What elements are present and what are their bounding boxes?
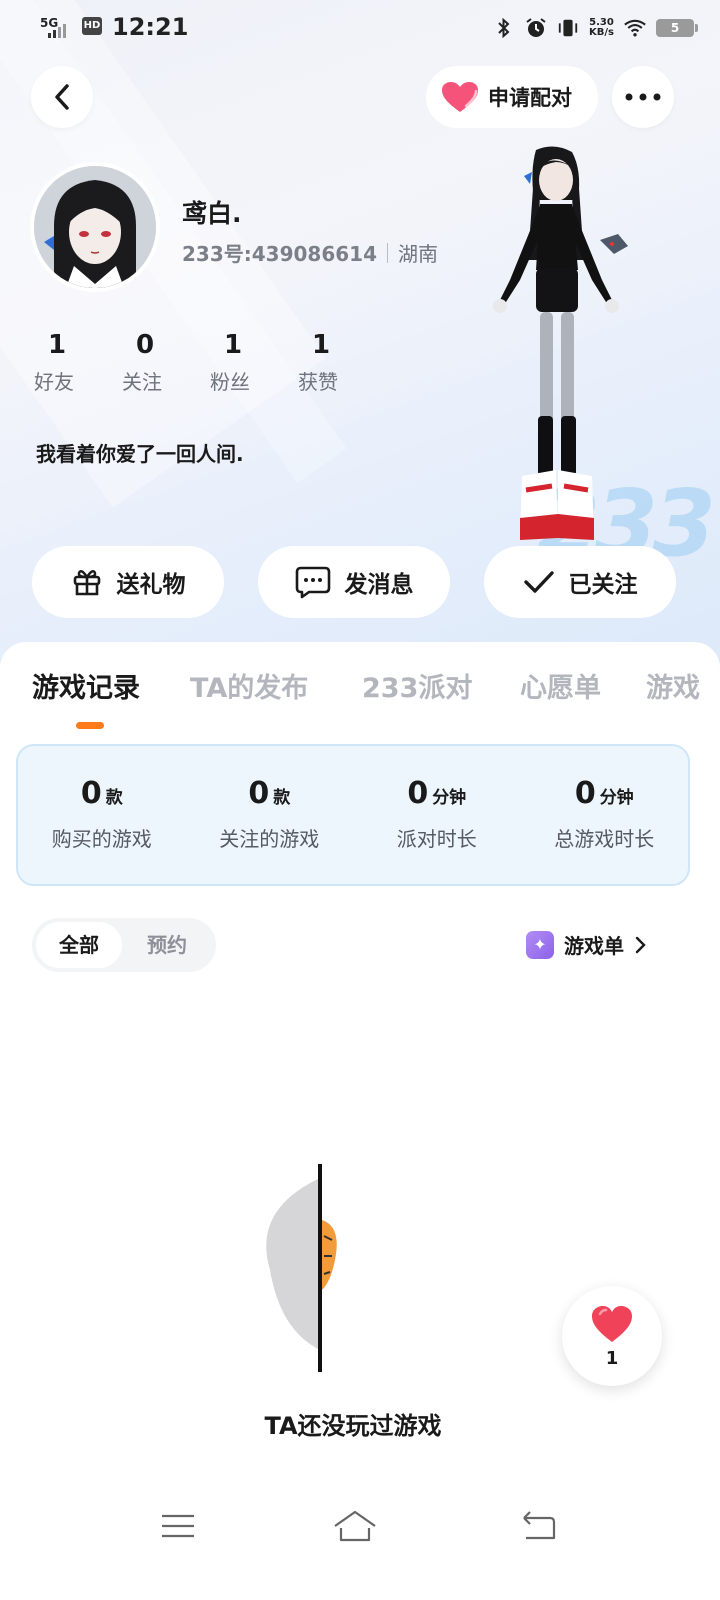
heart-icon	[592, 1306, 632, 1342]
chevron-left-icon	[55, 84, 69, 110]
vibrate-icon	[557, 17, 579, 39]
status-time: 12:21	[112, 13, 189, 41]
tab-wishlist[interactable]: 心愿单	[520, 666, 601, 705]
profile-tabs: 游戏记录 TA的发布 233派对 心愿单 游戏	[0, 666, 720, 736]
stat-friends[interactable]: 1 好友	[34, 330, 122, 395]
status-bar: 5G HD 12:21 5.30 KB/s 5	[0, 0, 720, 56]
followed-label: 已关注	[568, 572, 638, 598]
tab-games[interactable]: 游戏	[646, 666, 700, 705]
stat-following[interactable]: 0 关注	[122, 330, 210, 395]
profile-id-line: 233号:439086614 湖南	[182, 238, 438, 267]
send-message-label: 发消息	[344, 572, 414, 598]
tab-233-party[interactable]: 233派对	[362, 666, 472, 705]
bluetooth-icon	[493, 17, 515, 39]
profile-stats: 1 好友 0 关注 1 粉丝 1 获赞	[34, 330, 386, 395]
filter-reserve[interactable]: 预约	[124, 922, 210, 968]
like-button[interactable]: 1	[562, 1286, 662, 1386]
profile-name: 鸢白.	[182, 199, 242, 228]
user-region: 湖南	[398, 242, 438, 266]
more-dots-icon	[625, 93, 661, 101]
summary-followed-games[interactable]: 0款 关注的游戏	[186, 746, 354, 884]
game-list-link[interactable]: ✦ 游戏单	[526, 930, 646, 959]
network-speed: 5.30 KB/s	[589, 17, 614, 38]
game-list-label: 游戏单	[564, 934, 624, 958]
menu-icon[interactable]	[158, 1508, 198, 1544]
chat-bubble-icon	[295, 566, 330, 599]
back-button[interactable]	[31, 66, 93, 128]
summary-party-duration[interactable]: 0 分钟 派对时长	[353, 746, 521, 884]
gift-icon	[73, 570, 100, 596]
heart-icon	[442, 82, 478, 112]
empty-state-illustration	[266, 1164, 337, 1372]
summary-purchased-games[interactable]: 0款 购买的游戏	[18, 746, 186, 884]
filter-all[interactable]: 全部	[36, 922, 122, 968]
send-gift-label: 送礼物	[116, 572, 186, 598]
sparkle-icon: ✦	[526, 930, 554, 959]
empty-state-text: TA还没玩过游戏	[264, 1412, 442, 1440]
send-gift-button[interactable]: 送礼物	[32, 546, 224, 618]
send-message-button[interactable]: 发消息	[258, 546, 450, 618]
system-navigation-bar	[0, 1490, 720, 1570]
back-nav-icon[interactable]	[518, 1508, 558, 1544]
checkmark-icon	[523, 571, 554, 593]
hd-badge: HD	[82, 17, 102, 35]
signal-icon	[48, 22, 70, 38]
alarm-icon	[525, 17, 547, 39]
battery-indicator: 5	[656, 19, 698, 37]
wifi-icon	[624, 17, 646, 39]
tab-game-records[interactable]: 游戏记录	[32, 666, 140, 705]
user-id[interactable]: 233号:439086614	[182, 238, 377, 267]
filter-segmented-control: 全部 预约	[32, 918, 216, 972]
stat-likes[interactable]: 1 获赞	[298, 330, 386, 395]
summary-total-play-time[interactable]: 0 分钟 总游戏时长	[521, 746, 689, 884]
active-tab-indicator	[76, 722, 104, 729]
request-pair-label: 申请配对	[488, 86, 572, 110]
like-count: 1	[605, 1348, 619, 1369]
game-summary-card: 0款 购买的游戏 0款 关注的游戏 0 分钟 派对时长 0 分钟 总游戏时长	[16, 744, 690, 886]
stat-followers[interactable]: 1 粉丝	[210, 330, 298, 395]
followed-button[interactable]: 已关注	[484, 546, 676, 618]
home-icon[interactable]	[332, 1508, 378, 1544]
profile-bio: 我看着你爱了一回人间.	[36, 442, 244, 466]
more-button[interactable]	[612, 66, 674, 128]
avatar[interactable]	[30, 162, 160, 292]
avatar-character-figure[interactable]	[480, 140, 640, 550]
chevron-right-icon	[635, 936, 646, 953]
tab-ta-posts[interactable]: TA的发布	[190, 666, 308, 705]
request-pair-button[interactable]: 申请配对	[426, 66, 598, 128]
